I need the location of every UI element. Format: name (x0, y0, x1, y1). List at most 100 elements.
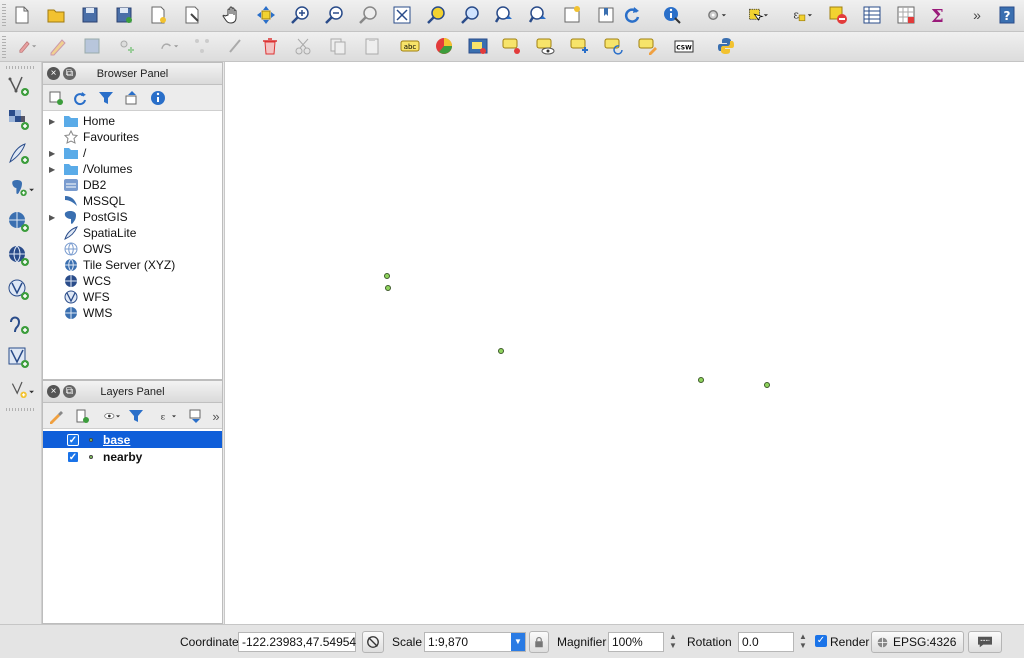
expand-arrow-icon[interactable]: ▶ (43, 165, 59, 174)
identify-icon[interactable] (660, 3, 684, 27)
add-wfs-layer-icon[interactable] (4, 276, 34, 304)
add-spatialite-layer-icon[interactable] (4, 140, 34, 168)
map-point-feature[interactable] (498, 348, 504, 354)
add-raster-layer-icon[interactable] (4, 106, 34, 134)
zoom-to-selection-icon[interactable] (424, 3, 448, 27)
paste-features-icon[interactable] (360, 34, 384, 58)
tree-item-db2[interactable]: DB2 (43, 177, 222, 193)
tree-item-xyz[interactable]: Tile Server (XYZ) (43, 257, 222, 273)
attribute-table-icon[interactable] (860, 3, 884, 27)
rotation-stepper[interactable]: ▲ ▼ (797, 632, 809, 652)
tree-item-wms[interactable]: WMS (43, 305, 222, 321)
tree-item-favourites[interactable]: Favourites (43, 129, 222, 145)
python-console-icon[interactable] (714, 34, 738, 58)
collapse-all-icon[interactable] (123, 89, 141, 107)
add-selected-layers-icon[interactable] (47, 89, 65, 107)
statistics-sigma-icon[interactable]: Σ (926, 3, 950, 27)
deselect-icon[interactable] (826, 3, 850, 27)
pan-hand-icon[interactable] (220, 3, 244, 27)
refresh-icon[interactable] (71, 89, 89, 107)
panel-overflow-icon[interactable]: » (207, 407, 225, 425)
magnifier-stepper[interactable]: ▲ ▼ (667, 632, 679, 652)
label-highlight-icon[interactable] (466, 34, 490, 58)
bookmark-icon[interactable] (594, 3, 618, 27)
tree-item-volumes[interactable]: ▶ /Volumes (43, 161, 222, 177)
render-checkbox[interactable]: ✓ (815, 635, 827, 647)
close-icon[interactable]: × (47, 385, 60, 398)
new-project-icon[interactable] (10, 3, 34, 27)
zoom-full-icon[interactable] (390, 3, 414, 27)
add-group-icon[interactable] (73, 407, 91, 425)
rotation-field[interactable]: 0.0 (738, 632, 794, 652)
zoom-to-layer-icon[interactable] (458, 3, 482, 27)
pin-labels-icon[interactable] (500, 34, 524, 58)
map-point-feature[interactable] (385, 285, 391, 291)
tree-item-spatialite[interactable]: SpatiaLite (43, 225, 222, 241)
delete-part-icon[interactable] (224, 34, 248, 58)
expand-arrow-icon[interactable]: ▶ (43, 149, 59, 158)
save-as-icon[interactable] (112, 3, 136, 27)
zoom-next-icon[interactable] (526, 3, 550, 27)
zoom-in-icon[interactable] (288, 3, 312, 27)
label-toolbar-icon[interactable]: abc (398, 34, 422, 58)
map-point-feature[interactable] (384, 273, 390, 279)
toggle-editing-icon[interactable] (46, 34, 70, 58)
move-feature-icon[interactable] (154, 34, 184, 58)
toolbar-handle[interactable] (6, 66, 34, 69)
toolbar-overflow-icon[interactable]: » (968, 3, 986, 27)
expand-arrow-icon[interactable]: ▶ (43, 213, 59, 222)
toolbar-handle[interactable] (2, 4, 6, 28)
zoom-last-icon[interactable] (492, 3, 516, 27)
tree-item-mssql[interactable]: MSSQL (43, 193, 222, 209)
toolbar-handle[interactable] (2, 36, 6, 58)
vertex-tool-icon[interactable] (190, 34, 214, 58)
csw-metasearch-icon[interactable]: CSW (672, 34, 696, 58)
expand-arrow-icon[interactable]: ▶ (43, 117, 59, 126)
close-icon[interactable]: × (47, 67, 60, 80)
tree-item-wfs[interactable]: WFS (43, 289, 222, 305)
cut-features-icon[interactable] (292, 34, 316, 58)
map-canvas[interactable] (224, 62, 1024, 624)
map-point-feature[interactable] (698, 377, 704, 383)
rotate-label-icon[interactable] (602, 34, 626, 58)
add-feature-icon[interactable] (114, 34, 138, 58)
pan-to-selection-icon[interactable] (254, 3, 278, 27)
scale-combobox[interactable]: 1:9,870 ▼ (424, 632, 526, 652)
new-print-layout-icon[interactable] (146, 3, 170, 27)
tree-item-wcs[interactable]: WCS (43, 273, 222, 289)
filter-legend-icon[interactable] (127, 407, 145, 425)
open-project-icon[interactable] (44, 3, 68, 27)
new-map-view-icon[interactable] (560, 3, 584, 27)
extents-toggle-icon[interactable] (362, 631, 384, 653)
messages-icon[interactable] (968, 631, 1002, 653)
styling-panel-icon[interactable] (47, 407, 65, 425)
refresh-icon[interactable] (620, 3, 644, 27)
filter-icon[interactable] (97, 89, 115, 107)
tree-item-root[interactable]: ▶ / (43, 145, 222, 161)
layer-visibility-checkbox[interactable]: ✓ (67, 450, 79, 463)
expression-filter-icon[interactable]: ε (155, 407, 181, 425)
add-virtual-layer-icon[interactable] (4, 344, 34, 372)
select-by-expression-icon[interactable]: ε (786, 3, 818, 27)
lock-scale-icon[interactable] (529, 631, 549, 653)
layer-visibility-checkbox[interactable]: ✓ (67, 433, 79, 446)
change-label-icon[interactable] (636, 34, 660, 58)
add-vector-layer-icon[interactable] (4, 72, 34, 100)
add-xyz-layer-icon[interactable] (4, 242, 34, 270)
layer-row-nearby[interactable]: ✓ nearby (43, 448, 222, 465)
tree-item-ows[interactable]: OWS (43, 241, 222, 257)
save-edits-icon[interactable] (80, 34, 104, 58)
add-postgis-layer-icon[interactable] (4, 174, 40, 202)
copy-features-icon[interactable] (326, 34, 350, 58)
help-icon[interactable]: ? (996, 3, 1018, 27)
float-icon[interactable]: ⧉ (63, 67, 76, 80)
float-icon[interactable]: ⧉ (63, 385, 76, 398)
select-features-icon[interactable] (742, 3, 774, 27)
info-icon[interactable] (149, 89, 167, 107)
move-label-icon[interactable] (568, 34, 592, 58)
delete-selected-icon[interactable] (258, 34, 282, 58)
add-wms-layer-icon[interactable] (4, 208, 34, 236)
magnifier-field[interactable]: 100% (608, 632, 664, 652)
diagram-options-icon[interactable] (432, 34, 456, 58)
coordinate-field[interactable]: -122.23983,47.54954 (238, 632, 356, 652)
